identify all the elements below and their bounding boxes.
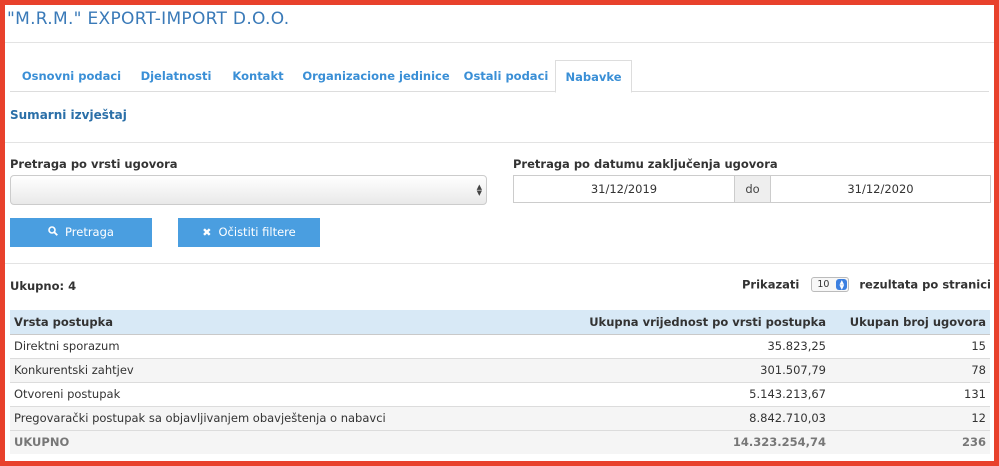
- clear-filters-label: Očistiti filtere: [218, 225, 296, 239]
- table-row: Pregovarački postupak sa objavljivanjem …: [10, 406, 990, 431]
- cell-contract-count: 15: [830, 334, 990, 359]
- cell-total-value: 8.842.710,03: [480, 406, 830, 431]
- search-icon: [48, 218, 58, 247]
- search-button-label: Pretraga: [65, 225, 114, 239]
- cell-grand-total-value: 14.323.254,74: [480, 430, 830, 454]
- table-row: Otvoreni postupak 5.143.213,67 131: [10, 382, 990, 407]
- cell-procedure: Pregovarački postupak sa objavljivanjem …: [10, 406, 480, 431]
- tab-nabavke[interactable]: Nabavke: [555, 60, 632, 93]
- table-total-row: UKUPNO 14.323.254,74 236: [10, 430, 990, 454]
- page-size-control: Prikazati 10 ▲ ▼ rezultata po stranici: [742, 277, 991, 293]
- cell-total-value: 301.507,79: [480, 358, 830, 383]
- cell-contract-count: 78: [830, 358, 990, 383]
- search-button[interactable]: Pretraga: [10, 218, 152, 247]
- close-icon: ✖: [202, 226, 212, 239]
- tab-osnovni-podaci[interactable]: Osnovni podaci: [15, 60, 128, 92]
- column-header-total-value[interactable]: Ukupna vrijednost po vrsti postupka: [480, 310, 830, 335]
- cell-total-label: UKUPNO: [10, 430, 480, 454]
- contract-type-label: Pretraga po vrsti ugovora: [10, 157, 178, 171]
- column-header-contract-count[interactable]: Ukupan broj ugovora: [830, 310, 990, 335]
- table-row: Konkurentski zahtjev 301.507,79 78: [10, 358, 990, 383]
- cell-total-value: 5.143.213,67: [480, 382, 830, 407]
- company-title: "M.R.M." EXPORT-IMPORT D.O.O.: [7, 9, 290, 29]
- column-header-procedure[interactable]: Vrsta postupka: [10, 310, 480, 335]
- page-size-select[interactable]: 10 ▲ ▼: [811, 277, 850, 292]
- cell-contract-count: 12: [830, 406, 990, 431]
- contract-type-select[interactable]: ▲ ▼: [10, 175, 487, 205]
- header-divider: [5, 42, 994, 43]
- date-separator: do: [735, 175, 770, 203]
- page-frame: "M.R.M." EXPORT-IMPORT D.O.O. Osnovni po…: [5, 5, 994, 461]
- table-header-row: Vrsta postupka Ukupna vrijednost po vrst…: [10, 310, 990, 335]
- tab-djelatnosti[interactable]: Djelatnosti: [132, 60, 220, 92]
- total-count: Ukupno: 4: [10, 279, 77, 293]
- cell-contract-count: 131: [830, 382, 990, 407]
- section-title: Sumarni izvještaj: [10, 108, 127, 122]
- tab-ostali-podaci[interactable]: Ostali podaci: [460, 60, 552, 92]
- page-size-value: 10: [817, 279, 830, 290]
- clear-filters-button[interactable]: ✖ Očistiti filtere: [178, 218, 320, 247]
- per-page-label: rezultata po stranici: [859, 277, 991, 292]
- filter-divider: [5, 263, 994, 264]
- select-arrows-icon: ▲ ▼: [476, 183, 482, 197]
- tab-bar: Osnovni podaci Djelatnosti Kontakt Organ…: [10, 60, 989, 93]
- tab-organizacione-jedinice[interactable]: Organizacione jedinice: [296, 60, 456, 92]
- cell-procedure: Otvoreni postupak: [10, 382, 480, 407]
- cell-total-value: 35.823,25: [480, 334, 830, 359]
- section-divider: [5, 142, 994, 143]
- summary-table: Vrsta postupka Ukupna vrijednost po vrst…: [10, 310, 990, 454]
- table-row: Direktni sporazum 35.823,25 15: [10, 334, 990, 359]
- cell-grand-total-count: 236: [830, 430, 990, 454]
- date-filter-label: Pretraga po datumu zaključenja ugovora: [513, 157, 778, 171]
- date-to-input[interactable]: 31/12/2020: [770, 175, 991, 203]
- cell-procedure: Konkurentski zahtjev: [10, 358, 480, 383]
- tab-kontakt[interactable]: Kontakt: [224, 60, 292, 92]
- cell-procedure: Direktni sporazum: [10, 334, 480, 359]
- chevron-updown-icon: ▲ ▼: [836, 279, 848, 291]
- show-label: Prikazati: [742, 277, 800, 292]
- date-from-input[interactable]: 31/12/2019: [513, 175, 735, 203]
